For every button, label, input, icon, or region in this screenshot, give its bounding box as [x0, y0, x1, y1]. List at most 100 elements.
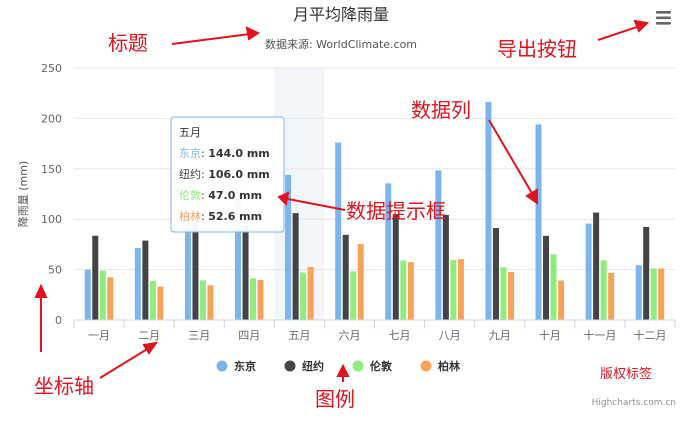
legend-marker — [352, 360, 364, 372]
legend-label: 东京 — [234, 359, 256, 373]
bar[interactable] — [593, 212, 600, 320]
bar[interactable] — [142, 240, 149, 320]
bar[interactable] — [134, 247, 141, 320]
tooltip-separator: : — [201, 189, 208, 202]
legend-item[interactable]: 伦敦 — [352, 359, 393, 373]
x-tick-label: 五月 — [288, 329, 310, 342]
bar[interactable] — [199, 280, 206, 320]
x-tick-label: 六月 — [338, 329, 360, 342]
export-button[interactable] — [652, 8, 674, 28]
tooltip-row: 柏林: 52.6 mm — [179, 209, 262, 223]
annotation-arrows — [34, 19, 650, 382]
y-tick-label: 50 — [48, 264, 62, 277]
bar[interactable] — [550, 254, 557, 320]
bar[interactable] — [292, 213, 299, 320]
legend-item[interactable]: 东京 — [216, 359, 257, 373]
bar[interactable] — [450, 259, 457, 320]
x-tick-label: 九月 — [489, 329, 511, 342]
chart-svg: 050100150200250 一月 二月 三月 四月 五月 六月 七月 八月 九月 十月 十一月十… — [16, 5, 676, 411]
y-tick-label: 100 — [41, 213, 62, 226]
legend-marker — [420, 360, 432, 372]
bar[interactable] — [558, 280, 565, 320]
annotation-title: 标题 — [108, 31, 148, 55]
bar[interactable] — [192, 220, 199, 320]
tooltip-series-name: 柏林 — [179, 209, 201, 223]
annotation-axis: 坐标轴 — [34, 374, 94, 398]
annotation-credits: 版权标签 — [600, 366, 652, 382]
tooltip-value: 52.6 mm — [208, 210, 262, 223]
legend-label: 伦敦 — [370, 359, 393, 373]
bar[interactable] — [149, 280, 156, 320]
bar[interactable] — [635, 265, 642, 320]
bar[interactable] — [650, 268, 657, 320]
x-tick-label: 十一月 — [583, 328, 616, 342]
tooltip-series-name: 纽约 — [179, 167, 201, 181]
bar[interactable] — [92, 235, 99, 320]
bar[interactable] — [535, 124, 542, 320]
annotation-series: 数据列 — [411, 98, 471, 122]
bar[interactable] — [400, 260, 407, 320]
bar[interactable] — [157, 286, 164, 320]
y-tick-label: 200 — [41, 112, 62, 125]
bar[interactable] — [442, 214, 449, 320]
menu-icon — [656, 11, 671, 25]
tooltip-separator: : — [201, 168, 208, 181]
credits[interactable]: Highcharts.com.cn — [592, 398, 676, 408]
bar[interactable] — [485, 101, 492, 320]
bar[interactable] — [257, 279, 264, 320]
tooltip-value: 106.0 mm — [208, 168, 270, 181]
bar[interactable] — [99, 270, 106, 320]
bar[interactable] — [250, 278, 257, 320]
bar[interactable] — [392, 214, 399, 320]
legend-label: 柏林 — [438, 359, 460, 373]
bar[interactable] — [407, 262, 414, 320]
legend-item[interactable]: 柏林 — [420, 359, 461, 373]
bar[interactable] — [207, 285, 214, 320]
tooltip-header: 五月 — [179, 126, 201, 139]
bar[interactable] — [84, 269, 91, 320]
legend-marker — [216, 360, 228, 372]
tooltip-value: 144.0 mm — [208, 147, 270, 160]
annotation-export: 导出按钮 — [497, 37, 577, 61]
annotation-legend: 图例 — [315, 387, 355, 411]
bar[interactable] — [350, 271, 357, 320]
x-tick-label: 二月 — [138, 329, 160, 342]
bar[interactable] — [643, 226, 650, 320]
tooltip-separator: : — [201, 147, 208, 160]
bar[interactable] — [357, 243, 364, 320]
tooltip-series-name: 东京 — [179, 146, 201, 160]
legend-item[interactable]: 纽约 — [284, 359, 325, 373]
bar[interactable] — [585, 223, 592, 320]
bar[interactable] — [543, 235, 550, 320]
tooltip-separator: : — [201, 210, 208, 223]
bar[interactable] — [492, 228, 499, 320]
tooltip-row: 东京: 144.0 mm — [179, 146, 270, 160]
bar[interactable] — [342, 234, 349, 320]
bar[interactable] — [608, 272, 615, 320]
x-tick-label: 四月 — [238, 329, 260, 342]
bar[interactable] — [335, 142, 342, 320]
bar[interactable] — [242, 225, 249, 320]
x-tick-label: 七月 — [389, 329, 411, 342]
x-tick-label: 一月 — [88, 329, 110, 342]
bar[interactable] — [435, 170, 442, 320]
y-tick-label: 250 — [41, 62, 62, 75]
tooltip: 五月 东京: 144.0 mm 纽约: 106.0 mm 伦敦: 47.0 mm 柏林… — [170, 116, 285, 233]
bar[interactable] — [658, 268, 665, 320]
bar[interactable] — [307, 266, 314, 320]
tooltip-series-name: 伦敦 — [179, 188, 201, 202]
annotation-tooltip: 数据提示框 — [346, 199, 446, 223]
bar[interactable] — [300, 272, 307, 320]
bar[interactable] — [507, 272, 514, 320]
bar[interactable] — [500, 267, 507, 320]
x-tick-label: 八月 — [439, 329, 461, 342]
axis: 一月 二月 三月 四月 五月 六月 七月 八月 九月 十月 十一月 十二月 — [73, 319, 676, 342]
tooltip-row: 伦敦: 47.0 mm — [179, 188, 262, 202]
legend: 东京 纽约 伦敦 柏林 — [216, 359, 461, 373]
x-tick-label: 十二月 — [633, 328, 666, 342]
bar[interactable] — [457, 259, 464, 320]
bar[interactable] — [107, 277, 114, 320]
tooltip-value: 47.0 mm — [208, 189, 262, 202]
tooltip-row: 纽约: 106.0 mm — [179, 167, 270, 181]
bar[interactable] — [600, 260, 607, 320]
